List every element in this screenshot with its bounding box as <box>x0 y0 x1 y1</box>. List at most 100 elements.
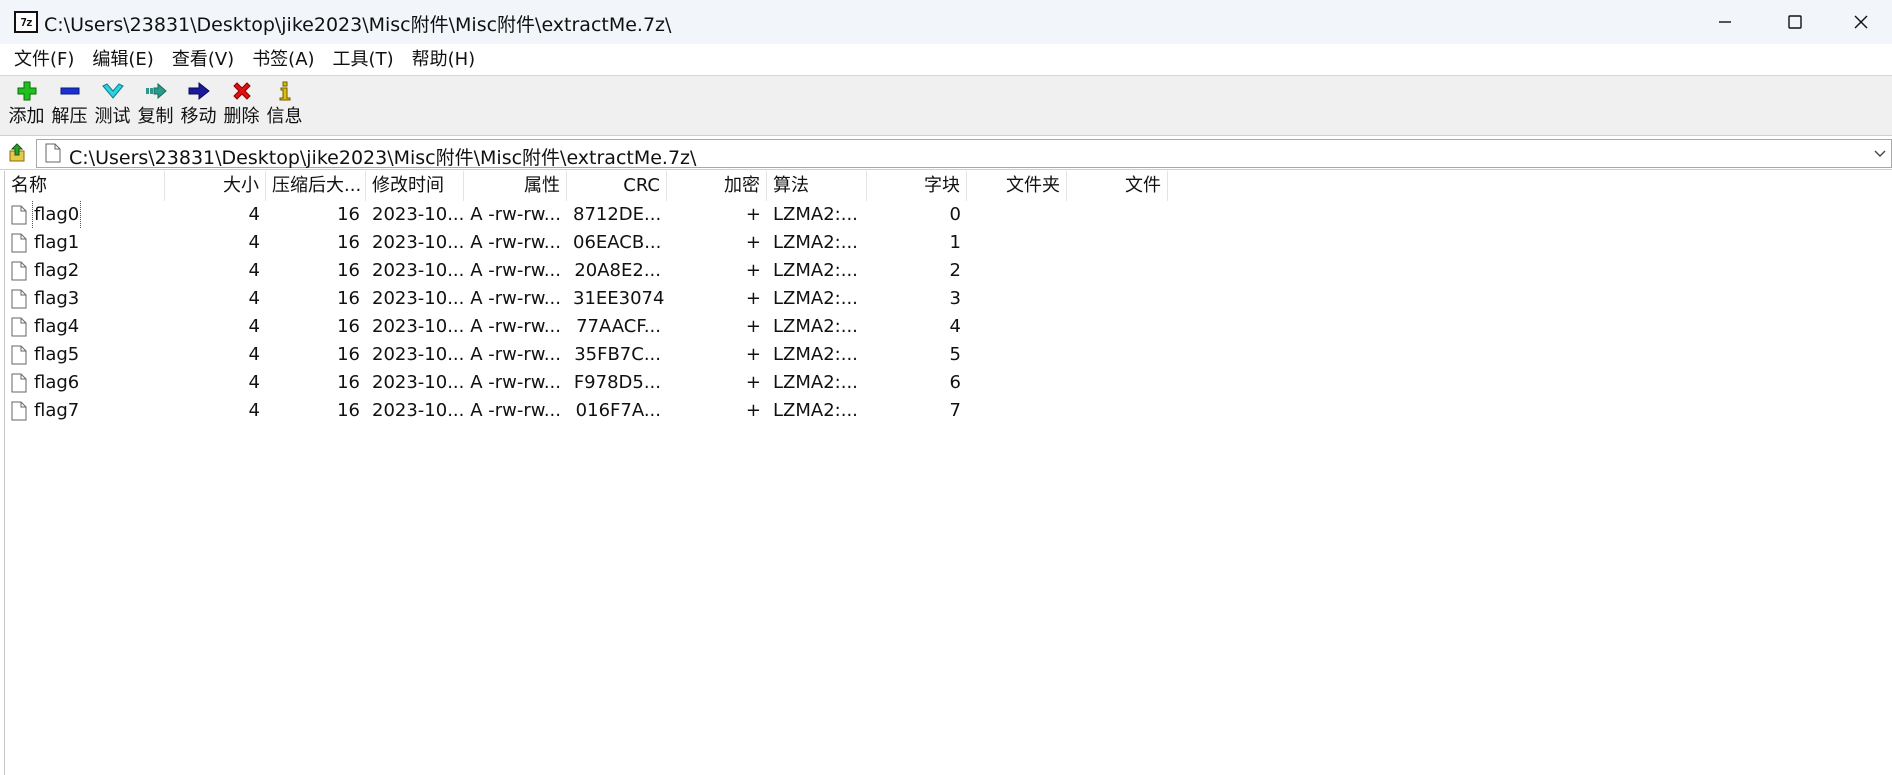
menu-bar: 文件(F) 编辑(E) 查看(V) 书签(A) 工具(T) 帮助(H) <box>0 44 1892 76</box>
file-name[interactable]: flag3 <box>33 285 80 313</box>
test-label: 测试 <box>94 106 131 127</box>
packed-size: 16 <box>337 260 360 281</box>
file-size: 4 <box>248 204 260 225</box>
copy-button[interactable]: 复制 <box>134 76 177 136</box>
method: LZMA2:... <box>773 288 858 309</box>
file-size: 4 <box>248 260 260 281</box>
block: 6 <box>949 372 961 393</box>
method: LZMA2:... <box>773 316 858 337</box>
checkmark-icon <box>91 76 134 106</box>
file-name[interactable]: flag7 <box>33 397 80 425</box>
table-row[interactable]: flag1 4 16 2023-10... A -rw-rw... 06EACB… <box>5 229 1892 257</box>
file-icon <box>11 289 27 309</box>
file-icon <box>45 143 61 168</box>
file-name[interactable]: flag6 <box>33 369 80 397</box>
file-name[interactable]: flag2 <box>33 257 80 285</box>
encrypted: + <box>745 372 761 393</box>
table-row[interactable]: flag2 4 16 2023-10... A -rw-rw... 20A8E2… <box>5 257 1892 285</box>
table-row[interactable]: flag6 4 16 2023-10... A -rw-rw... F978D5… <box>5 369 1892 397</box>
toolbar: 添加 解压 测试 复制 移动 删除 信息 <box>0 76 1892 136</box>
modified-time: 2023-10... <box>372 288 464 309</box>
info-button[interactable]: 信息 <box>263 76 306 136</box>
folder-up-icon[interactable] <box>8 143 28 163</box>
file-icon <box>11 233 27 253</box>
minimize-icon <box>1719 21 1731 23</box>
block: 2 <box>949 260 961 281</box>
add-button[interactable]: 添加 <box>5 76 48 136</box>
crc: 77AACF... <box>576 316 661 337</box>
column-header-block[interactable]: 字块 <box>867 171 967 201</box>
modified-time: 2023-10... <box>372 260 464 281</box>
encrypted: + <box>745 316 761 337</box>
modified-time: 2023-10... <box>372 400 464 421</box>
extract-button[interactable]: 解压 <box>48 76 91 136</box>
table-row[interactable]: flag5 4 16 2023-10... A -rw-rw... 35FB7C… <box>5 341 1892 369</box>
minimize-button[interactable] <box>1690 0 1760 44</box>
column-header-encrypted[interactable]: 加密 <box>667 171 767 201</box>
table-row[interactable]: flag7 4 16 2023-10... A -rw-rw... 016F7A… <box>5 397 1892 425</box>
chevron-down-icon[interactable] <box>1873 142 1887 168</box>
encrypted: + <box>745 288 761 309</box>
copy-label: 复制 <box>137 106 174 127</box>
file-size: 4 <box>248 288 260 309</box>
window-title: C:\Users\23831\Desktop\jike2023\Misc附件\M… <box>44 14 672 36</box>
path-input[interactable]: C:\Users\23831\Desktop\jike2023\Misc附件\M… <box>69 143 696 170</box>
column-header-files[interactable]: 文件 <box>1067 171 1168 201</box>
column-header-packed-size[interactable]: 压缩后大... <box>266 171 366 201</box>
title-bar: 7z C:\Users\23831\Desktop\jike2023\Misc附… <box>0 0 1892 44</box>
method: LZMA2:... <box>773 372 858 393</box>
file-name[interactable]: flag5 <box>33 341 80 369</box>
maximize-button[interactable] <box>1760 0 1830 44</box>
table-row[interactable]: flag4 4 16 2023-10... A -rw-rw... 77AACF… <box>5 313 1892 341</box>
table-row[interactable]: flag0 4 16 2023-10... A -rw-rw... 8712DE… <box>5 201 1892 229</box>
menu-edit[interactable]: 编辑(E) <box>83 44 162 76</box>
close-button[interactable] <box>1830 0 1892 44</box>
attributes: A -rw-rw... <box>470 316 561 337</box>
column-header-size[interactable]: 大小 <box>165 171 266 201</box>
block: 7 <box>949 400 961 421</box>
attributes: A -rw-rw... <box>470 400 561 421</box>
menu-file[interactable]: 文件(F) <box>6 44 83 76</box>
column-header-method[interactable]: 算法 <box>767 171 867 201</box>
attributes: A -rw-rw... <box>470 344 561 365</box>
column-header-folders[interactable]: 文件夹 <box>967 171 1067 201</box>
table-row[interactable]: flag3 4 16 2023-10... A -rw-rw... 31EE30… <box>5 285 1892 313</box>
column-header-modified[interactable]: 修改时间 <box>366 171 464 201</box>
file-name[interactable]: flag0 <box>31 201 82 229</box>
packed-size: 16 <box>337 204 360 225</box>
close-icon <box>1854 15 1868 29</box>
column-header-crc[interactable]: CRC <box>567 171 667 201</box>
file-name[interactable]: flag4 <box>33 313 80 341</box>
file-icon <box>11 401 27 421</box>
column-header-attributes[interactable]: 属性 <box>464 171 567 201</box>
list-header: 名称 大小 压缩后大... 修改时间 属性 CRC 加密 算法 字块 文件夹 文… <box>5 171 1892 201</box>
delete-button[interactable]: 删除 <box>220 76 263 136</box>
menu-tools[interactable]: 工具(T) <box>324 44 403 76</box>
test-button[interactable]: 测试 <box>91 76 134 136</box>
menu-bookmarks[interactable]: 书签(A) <box>243 44 323 76</box>
address-bar: C:\Users\23831\Desktop\jike2023\Misc附件\M… <box>0 137 1892 170</box>
modified-time: 2023-10... <box>372 232 464 253</box>
column-header-name[interactable]: 名称 <box>5 171 165 201</box>
modified-time: 2023-10... <box>372 344 464 365</box>
info-icon <box>263 76 306 106</box>
file-size: 4 <box>248 372 260 393</box>
path-combobox[interactable]: C:\Users\23831\Desktop\jike2023\Misc附件\M… <box>36 139 1892 170</box>
file-icon <box>11 345 27 365</box>
file-size: 4 <box>248 232 260 253</box>
file-size: 4 <box>248 316 260 337</box>
menu-help[interactable]: 帮助(H) <box>403 44 485 76</box>
crc: 31EE3074 <box>573 288 665 309</box>
crc: 06EACB... <box>573 232 662 253</box>
modified-time: 2023-10... <box>372 204 464 225</box>
delete-x-icon <box>220 76 263 106</box>
extract-label: 解压 <box>51 106 88 127</box>
move-button[interactable]: 移动 <box>177 76 220 136</box>
attributes: A -rw-rw... <box>470 260 561 281</box>
encrypted: + <box>745 232 761 253</box>
file-list[interactable]: 名称 大小 压缩后大... 修改时间 属性 CRC 加密 算法 字块 文件夹 文… <box>4 171 1892 775</box>
app-logo-icon: 7z <box>14 11 38 33</box>
crc: 016F7A... <box>575 400 661 421</box>
menu-view[interactable]: 查看(V) <box>163 44 243 76</box>
file-name[interactable]: flag1 <box>33 229 80 257</box>
